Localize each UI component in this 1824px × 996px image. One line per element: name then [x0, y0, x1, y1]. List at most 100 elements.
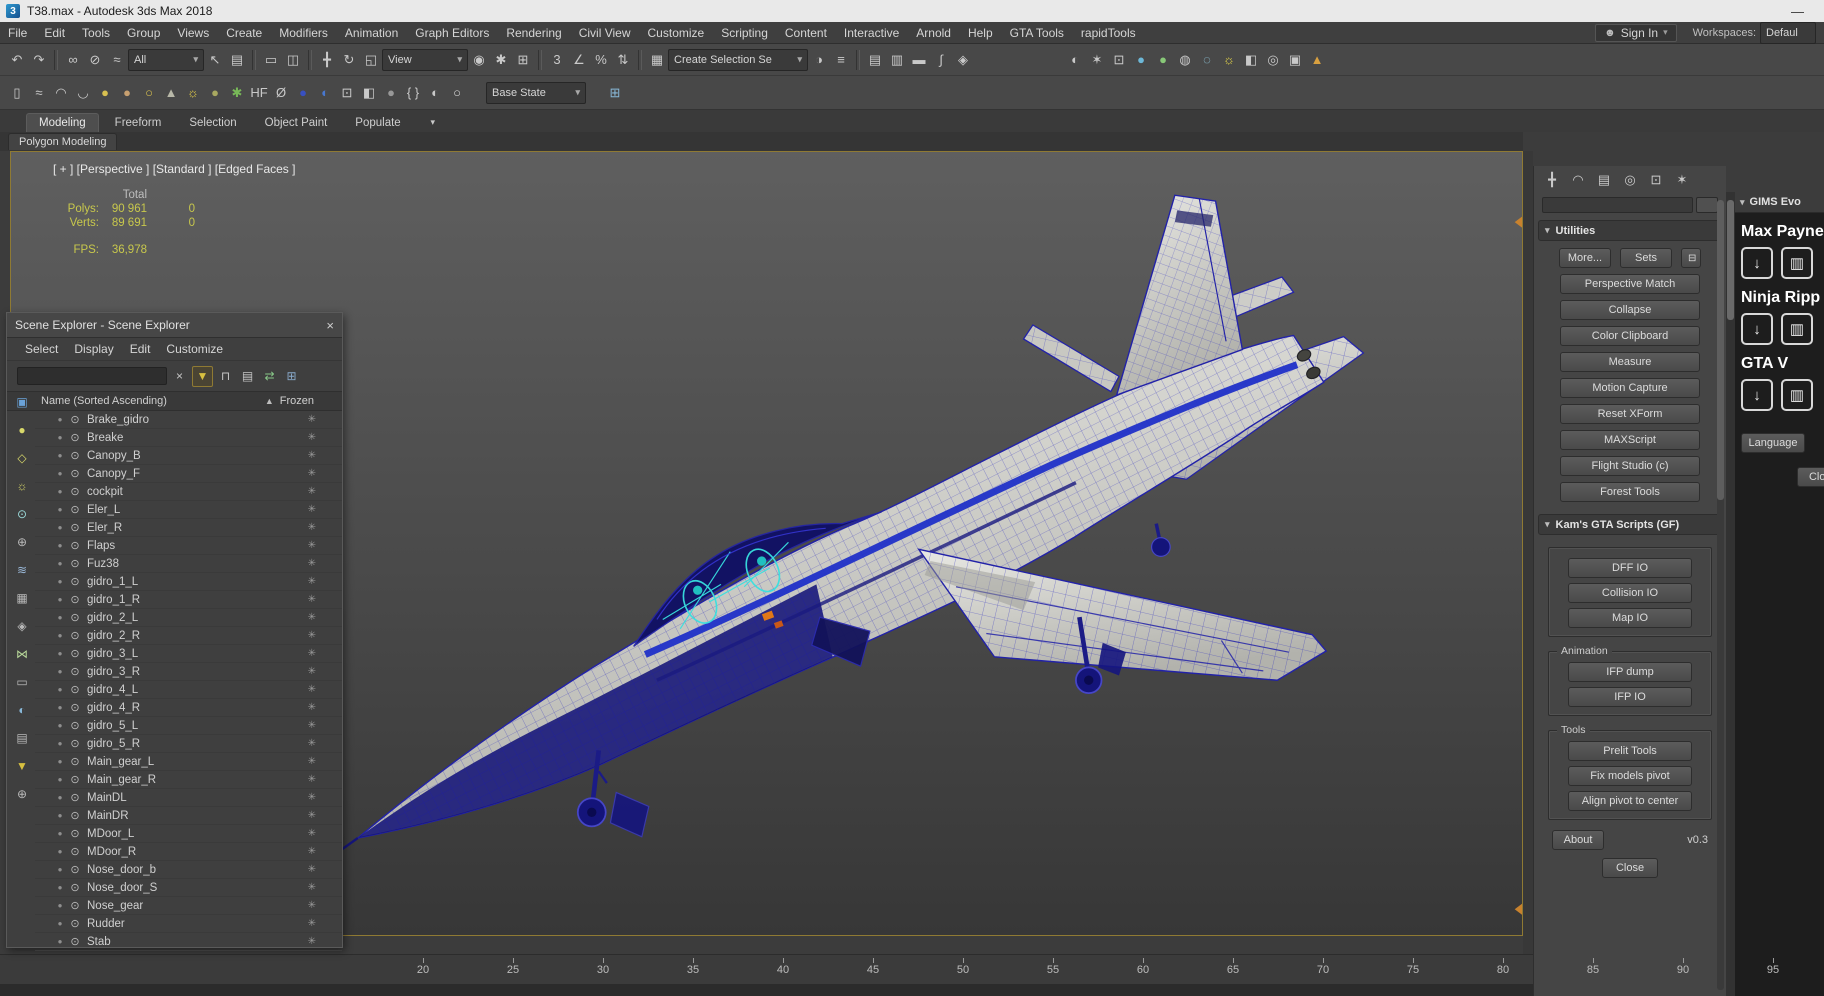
- visibility-dot-icon[interactable]: ●: [53, 937, 67, 946]
- visibility-dot-icon[interactable]: ●: [53, 775, 67, 784]
- scene-object-row[interactable]: ● ⊙ Eler_R ✳: [35, 519, 342, 537]
- scene-explorer-menu-item[interactable]: Customize: [166, 342, 223, 356]
- hierarchy-tab-icon[interactable]: ▤: [1592, 169, 1616, 192]
- eye-icon[interactable]: ⊙: [67, 881, 83, 894]
- eye-icon[interactable]: ⊙: [67, 935, 83, 948]
- frozen-icon[interactable]: ✳: [308, 792, 316, 803]
- camera-view-icon[interactable]: ⊡: [336, 82, 358, 104]
- frozen-icon[interactable]: ✳: [308, 522, 316, 533]
- close-icon[interactable]: ×: [326, 318, 334, 333]
- trash-icon[interactable]: ▥: [1781, 379, 1813, 411]
- sets-button[interactable]: Sets: [1620, 248, 1672, 268]
- named-selection-sets-dropdown[interactable]: Create Selection Se ▾: [668, 48, 808, 71]
- geosphere-icon[interactable]: ●: [204, 82, 226, 104]
- eye-icon[interactable]: ⊙: [67, 557, 83, 570]
- frozen-icon[interactable]: ✳: [308, 918, 316, 929]
- scene-object-row[interactable]: ● ⊙ gidro_2_R ✳: [35, 627, 342, 645]
- timeline-tick[interactable]: 90: [1638, 955, 1728, 976]
- io-button[interactable]: Map IO: [1568, 608, 1692, 628]
- minimize-button[interactable]: —: [1791, 4, 1804, 19]
- scene-explorer-titlebar[interactable]: Scene Explorer - Scene Explorer ×: [7, 313, 342, 338]
- torus-icon[interactable]: ○: [138, 82, 160, 104]
- frozen-icon[interactable]: ✳: [308, 666, 316, 677]
- pick-parent-icon[interactable]: ⊞: [282, 367, 301, 386]
- scene-object-row[interactable]: ● ⊙ gidro_5_L ✳: [35, 717, 342, 735]
- pin-explorer-icon[interactable]: ⊕: [13, 785, 31, 803]
- schematic-view-icon[interactable]: ◈: [952, 49, 974, 71]
- standard-sphere-icon[interactable]: ●: [94, 82, 116, 104]
- ribbon-tab[interactable]: Modeling: [26, 113, 99, 132]
- frozen-icon[interactable]: ✳: [308, 558, 316, 569]
- frozen-icon[interactable]: ✳: [308, 882, 316, 893]
- name-column-header[interactable]: Name (Sorted Ascending): [41, 395, 167, 407]
- display-geometry-icon[interactable]: ●: [13, 421, 31, 439]
- eye-icon[interactable]: ⊙: [67, 467, 83, 480]
- eye-icon[interactable]: ⊙: [67, 539, 83, 552]
- mirror-icon[interactable]: ◑: [808, 49, 830, 71]
- ribbon-tab[interactable]: Object Paint: [253, 114, 340, 132]
- clear-search-icon[interactable]: ×: [170, 367, 189, 386]
- script-braces-icon[interactable]: { }: [402, 82, 424, 104]
- scene-object-row[interactable]: ● ⊙ Eler_L ✳: [35, 501, 342, 519]
- eye-icon[interactable]: ⊙: [67, 899, 83, 912]
- visibility-dot-icon[interactable]: ●: [53, 703, 67, 712]
- utility-button[interactable]: Measure: [1560, 352, 1700, 372]
- visibility-dot-icon[interactable]: ●: [53, 631, 67, 640]
- unlink-selection-icon[interactable]: ⊘: [84, 49, 106, 71]
- frozen-icon[interactable]: ✳: [308, 936, 316, 947]
- display-shapes-icon[interactable]: ◇: [13, 449, 31, 467]
- eye-icon[interactable]: ⊙: [67, 413, 83, 426]
- download-icon[interactable]: ↓: [1741, 247, 1773, 279]
- frozen-icon[interactable]: ✳: [308, 414, 316, 425]
- frozen-icon[interactable]: ✳: [308, 720, 316, 731]
- timeline-tick[interactable]: 20: [378, 955, 468, 976]
- animation-button[interactable]: IFP IO: [1568, 687, 1692, 707]
- scene-object-row[interactable]: ● ⊙ Breake ✳: [35, 429, 342, 447]
- io-button[interactable]: Collision IO: [1568, 583, 1692, 603]
- diameter-icon[interactable]: Ø: [270, 82, 292, 104]
- eye-icon[interactable]: ⊙: [67, 827, 83, 840]
- menu-item[interactable]: Graph Editors: [415, 26, 489, 40]
- menu-item[interactable]: Arnold: [916, 26, 951, 40]
- toggle-ribbon-icon[interactable]: ▬: [908, 49, 930, 71]
- menu-item[interactable]: Group: [127, 26, 160, 40]
- display-containers-icon[interactable]: ▭: [13, 673, 31, 691]
- menu-item[interactable]: Content: [785, 26, 827, 40]
- scene-object-row[interactable]: ● ⊙ MainDL ✳: [35, 789, 342, 807]
- menu-item[interactable]: Customize: [648, 26, 705, 40]
- frozen-icon[interactable]: ✳: [308, 900, 316, 911]
- frozen-icon[interactable]: ✳: [308, 504, 316, 515]
- display-materials-icon[interactable]: ◐: [13, 701, 31, 719]
- frozen-icon[interactable]: ✳: [308, 774, 316, 785]
- keyboard-override-icon[interactable]: ⊞: [512, 49, 534, 71]
- align-icon[interactable]: ≡: [830, 49, 852, 71]
- render-iterative-icon[interactable]: ●: [1152, 49, 1174, 71]
- reference-coordinate-dropdown[interactable]: View ▾: [382, 48, 468, 71]
- frozen-icon[interactable]: ✳: [308, 630, 316, 641]
- scene-object-row[interactable]: ● ⊙ gidro_4_L ✳: [35, 681, 342, 699]
- visibility-dot-icon[interactable]: ●: [53, 613, 67, 622]
- half-sphere-icon[interactable]: ◐: [314, 82, 336, 104]
- eye-icon[interactable]: ⊙: [67, 611, 83, 624]
- scene-object-row[interactable]: ● ⊙ gidro_5_R ✳: [35, 735, 342, 753]
- base-state-dropdown[interactable]: Base State ▾: [486, 81, 586, 104]
- frozen-icon[interactable]: ✳: [308, 594, 316, 605]
- menu-item[interactable]: Views: [177, 26, 209, 40]
- scene-object-row[interactable]: ● ⊙ Canopy_B ✳: [35, 447, 342, 465]
- visibility-dot-icon[interactable]: ●: [53, 649, 67, 658]
- visibility-dot-icon[interactable]: ●: [53, 469, 67, 478]
- scene-object-row[interactable]: ● ⊙ Nose_gear ✳: [35, 897, 342, 915]
- about-button[interactable]: About: [1552, 830, 1604, 850]
- menu-item[interactable]: Create: [226, 26, 262, 40]
- menu-item[interactable]: Animation: [345, 26, 398, 40]
- search-input[interactable]: [17, 367, 167, 385]
- spinner-snap-icon[interactable]: ⇅: [612, 49, 634, 71]
- visibility-dot-icon[interactable]: ●: [53, 865, 67, 874]
- eye-icon[interactable]: ⊙: [67, 665, 83, 678]
- activeshade-icon[interactable]: ◍: [1174, 49, 1196, 71]
- language-button[interactable]: Language: [1741, 433, 1805, 453]
- eye-icon[interactable]: ⊙: [67, 575, 83, 588]
- utility-name-field[interactable]: [1542, 197, 1693, 213]
- ribbon-tab[interactable]: Freeform: [103, 114, 174, 132]
- utility-button[interactable]: Reset XForm: [1560, 404, 1700, 424]
